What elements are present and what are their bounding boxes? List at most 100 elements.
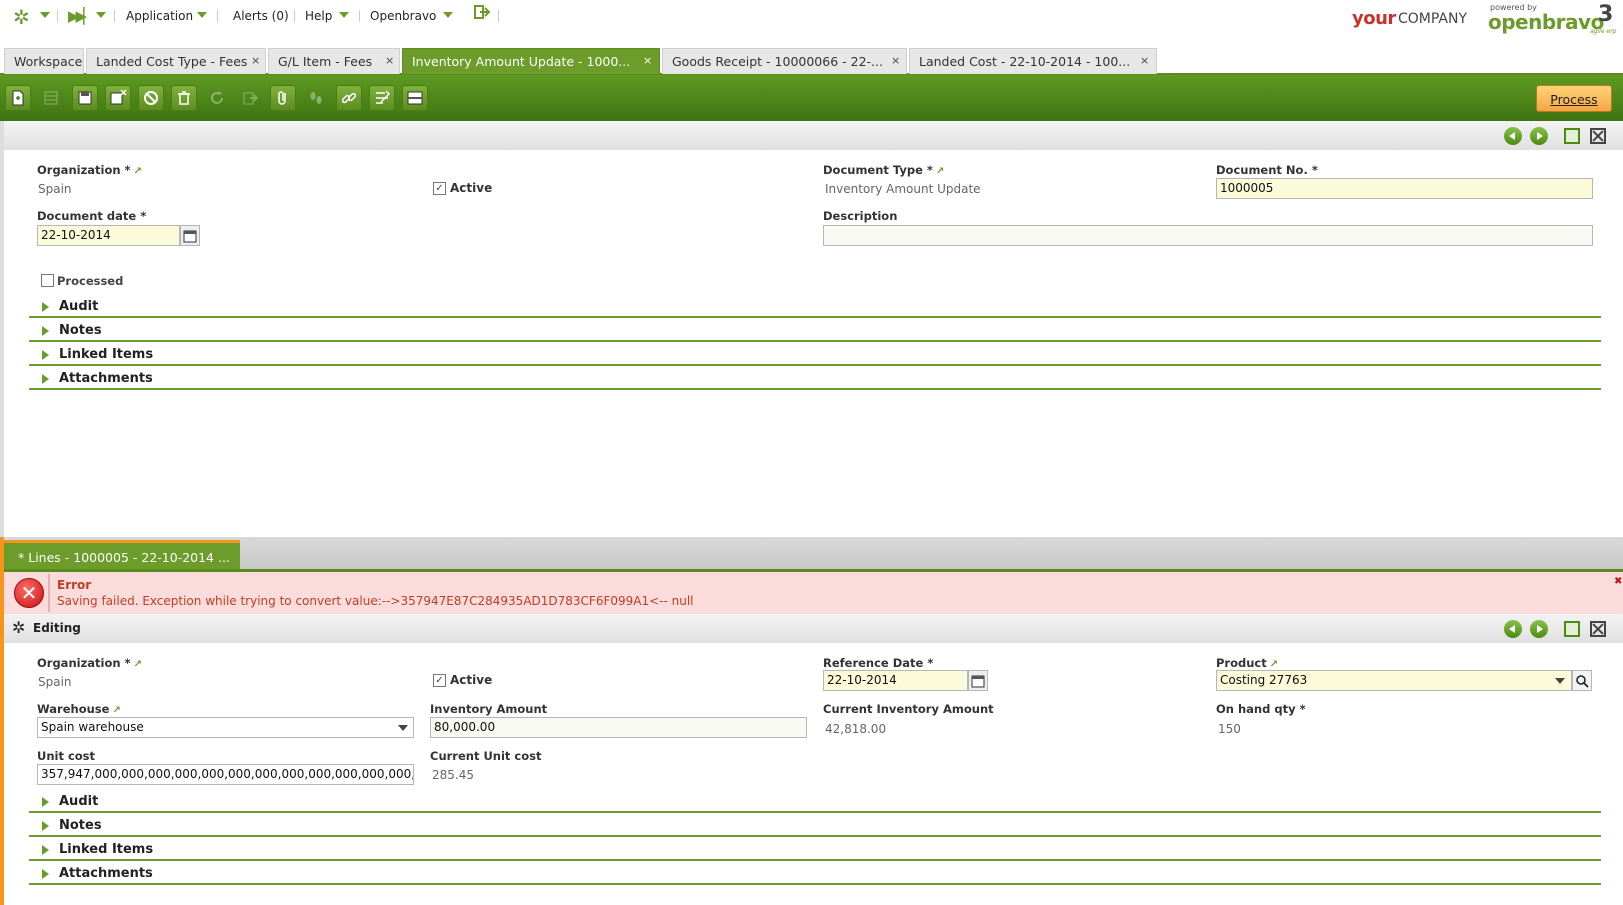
document-date-field[interactable]: 22-10-2014 <box>37 225 180 246</box>
close-icon[interactable]: × <box>643 54 652 67</box>
link-arrow-icon[interactable]: ↗ <box>134 659 142 670</box>
line-section-linked-items[interactable]: Linked Items <box>29 839 1601 861</box>
help-menu[interactable]: Help <box>305 9 332 23</box>
section-audit[interactable]: Audit <box>29 296 1601 318</box>
quick-launch-dropdown-icon[interactable] <box>40 12 50 18</box>
application-dropdown-icon[interactable] <box>197 12 207 18</box>
editing-strip: ✲ Editing <box>4 614 1623 643</box>
quick-create-icon[interactable]: ▶▶▏ <box>68 7 95 25</box>
document-type-label: Document Type * ↗ <box>823 163 944 177</box>
audit-trail-button[interactable] <box>303 85 329 111</box>
tab-landed-cost[interactable]: Landed Cost - 22-10-2014 - 100... × <box>909 48 1157 74</box>
section-title: Notes <box>59 818 102 833</box>
unit-cost-field[interactable]: 357,947,000,000,000,000,000,000,000,000,… <box>37 764 414 785</box>
save-button[interactable] <box>72 85 98 111</box>
form-customize-button[interactable] <box>369 85 395 111</box>
line-section-attachments[interactable]: Attachments <box>29 863 1601 885</box>
grid-view-button[interactable] <box>38 85 64 111</box>
description-label: Description <box>823 209 898 223</box>
active-label: Active <box>450 181 493 195</box>
warehouse-select[interactable]: Spain warehouse <box>37 717 414 738</box>
line-organization-label-text: Organization * <box>37 656 131 670</box>
quick-create-dropdown-icon[interactable] <box>96 12 106 18</box>
alerts-link[interactable]: Alerts (0) <box>233 9 289 23</box>
tab-gl-item[interactable]: G/L Item - Fees × <box>268 48 400 74</box>
new-document-icon <box>12 90 24 106</box>
maximize-button[interactable] <box>1564 128 1580 144</box>
close-icon[interactable]: × <box>251 54 260 67</box>
undo-button[interactable] <box>138 85 164 111</box>
unit-cost-label: Unit cost <box>37 749 96 763</box>
processed-checkbox[interactable] <box>41 274 54 287</box>
line-active-checkbox[interactable]: ✓ <box>433 674 446 687</box>
organization-value: Spain <box>38 182 72 196</box>
close-icon[interactable]: × <box>891 54 900 67</box>
line-section-notes[interactable]: Notes <box>29 815 1601 837</box>
arrow-right-icon <box>1537 625 1543 633</box>
product-label-text: Product <box>1216 656 1267 670</box>
product-search-button[interactable] <box>1572 670 1592 691</box>
next-record-button[interactable] <box>1530 127 1548 145</box>
left-accent-bar <box>0 121 4 537</box>
save-and-close-button[interactable] <box>105 85 131 111</box>
tab-label: Workspace <box>14 54 83 69</box>
close-form-button[interactable] <box>1590 128 1606 144</box>
tab-goods-receipt[interactable]: Goods Receipt - 10000066 - 22-... × <box>662 48 907 74</box>
previous-record-button[interactable] <box>1504 620 1522 638</box>
tab-landed-cost-type[interactable]: Landed Cost Type - Fees × <box>86 48 266 74</box>
link-arrow-icon[interactable]: ↗ <box>134 166 142 177</box>
calendar-button[interactable] <box>180 225 200 246</box>
new-document-button[interactable] <box>5 85 31 111</box>
maximize-button[interactable] <box>1564 621 1580 637</box>
nav-separator <box>217 10 218 22</box>
section-attachments[interactable]: Attachments <box>29 368 1601 390</box>
link-arrow-icon[interactable]: ↗ <box>936 166 944 177</box>
product-label: Product ↗ <box>1216 656 1278 670</box>
layout-icon <box>407 91 423 105</box>
product-dropdown-button[interactable] <box>1550 671 1570 691</box>
section-notes[interactable]: Notes <box>29 320 1601 342</box>
previous-record-button[interactable] <box>1504 127 1522 145</box>
document-no-field[interactable]: 1000005 <box>1216 178 1593 199</box>
window-tabs: Workspace Landed Cost Type - Fees × G/L … <box>0 48 1623 75</box>
tab-lines[interactable]: * Lines - 1000005 - 22-10-2014 ... <box>4 540 240 569</box>
product-field[interactable]: Costing 27763 <box>1216 670 1572 691</box>
expand-arrow-icon <box>42 374 49 384</box>
section-linked-items[interactable]: Linked Items <box>29 344 1601 366</box>
tab-label: Landed Cost - 22-10-2014 - 100... <box>919 54 1131 69</box>
next-record-button[interactable] <box>1530 620 1548 638</box>
expand-arrow-icon <box>42 326 49 336</box>
process-button[interactable]: Process <box>1536 85 1612 112</box>
link-arrow-icon[interactable]: ↗ <box>112 705 120 716</box>
user-menu[interactable]: Openbravo <box>370 9 436 23</box>
active-checkbox[interactable]: ✓ <box>433 182 446 195</box>
close-icon[interactable]: × <box>1140 54 1149 67</box>
logout-icon[interactable] <box>473 3 491 21</box>
attachment-button[interactable] <box>270 85 296 111</box>
inventory-amount-field[interactable]: 80,000.00 <box>430 717 807 738</box>
close-form-button[interactable] <box>1590 621 1606 637</box>
toggle-layout-button[interactable] <box>402 85 428 111</box>
nav-separator <box>498 10 499 22</box>
close-icon[interactable]: ✖ <box>1614 576 1622 587</box>
expand-arrow-icon <box>42 821 49 831</box>
calendar-button[interactable] <box>968 670 988 691</box>
export-button[interactable] <box>237 85 263 111</box>
trash-icon <box>178 91 190 105</box>
tab-label: Landed Cost Type - Fees <box>96 54 248 69</box>
quick-launch-icon[interactable]: ✲ <box>13 5 30 29</box>
help-dropdown-icon[interactable] <box>339 12 349 18</box>
application-menu[interactable]: Application <box>126 9 193 23</box>
user-dropdown-icon[interactable] <box>443 12 453 18</box>
link-button[interactable] <box>336 85 362 111</box>
line-section-audit[interactable]: Audit <box>29 791 1601 813</box>
delete-button[interactable] <box>171 85 197 111</box>
tab-workspace[interactable]: Workspace <box>4 48 84 74</box>
link-arrow-icon[interactable]: ↗ <box>1270 659 1278 670</box>
description-field[interactable] <box>823 225 1593 246</box>
tab-inventory-amount-update[interactable]: Inventory Amount Update - 1000... × <box>402 48 660 74</box>
warehouse-dropdown-button[interactable] <box>393 718 413 738</box>
reference-date-field[interactable]: 22-10-2014 <box>823 670 968 691</box>
close-icon[interactable]: × <box>385 54 394 67</box>
refresh-button[interactable] <box>204 85 230 111</box>
